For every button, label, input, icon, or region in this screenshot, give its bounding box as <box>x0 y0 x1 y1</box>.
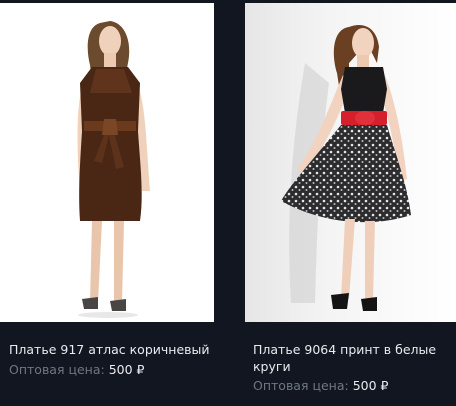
product-price: Оптовая цена: 500 ₽ <box>9 361 144 378</box>
price-value: 500 ₽ <box>352 378 389 393</box>
price-label: Оптовая цена: <box>9 362 105 377</box>
product-title[interactable]: Платье 917 атлас коричневый <box>9 341 210 358</box>
product-title[interactable]: Платье 9064 принт в белые круги <box>253 341 452 375</box>
product-grid: Платье 917 атлас коричневый Оптовая цена… <box>0 0 456 406</box>
price-value: 500 ₽ <box>108 362 145 377</box>
product-price: Оптовая цена: 500 ₽ <box>253 377 388 394</box>
price-label: Оптовая цена: <box>253 378 349 393</box>
product-image[interactable] <box>0 3 214 322</box>
product-image[interactable] <box>245 3 456 322</box>
